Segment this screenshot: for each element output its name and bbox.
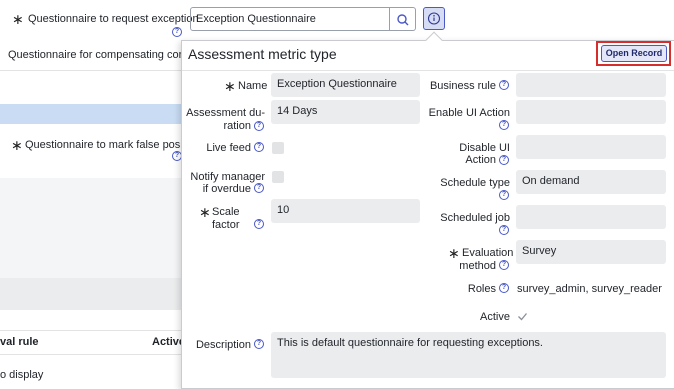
description-field: This is default questionnaire for reques… bbox=[271, 332, 666, 378]
live-feed-label: Live feed bbox=[206, 142, 251, 154]
exception-questionnaire-input[interactable]: Exception Questionnaire bbox=[190, 7, 390, 31]
help-icon[interactable]: ? bbox=[499, 225, 509, 235]
active-checkbox[interactable] bbox=[516, 310, 529, 323]
help-icon[interactable]: ? bbox=[499, 80, 509, 90]
open-record-button[interactable]: Open Record bbox=[601, 45, 667, 62]
info-button[interactable] bbox=[423, 7, 445, 30]
active-label: Active bbox=[480, 311, 510, 323]
schedule-type-field: On demand bbox=[516, 170, 666, 194]
scale-factor-field: 10 bbox=[271, 199, 420, 223]
help-icon[interactable]: ? bbox=[254, 142, 264, 152]
name-label: Name bbox=[238, 80, 268, 92]
scheduled-job-label: Scheduled job bbox=[440, 212, 510, 224]
schedule-type-label: Schedule type bbox=[440, 177, 510, 189]
name-value: Exception Questionnaire bbox=[277, 78, 397, 90]
notify-manager-checkbox[interactable] bbox=[272, 171, 284, 183]
info-icon bbox=[427, 12, 441, 25]
help-icon[interactable]: ? bbox=[254, 339, 264, 349]
description-value: This is default questionnaire for reques… bbox=[277, 337, 543, 349]
false-positive-questionnaire-label: Questionnaire to mark false positive bbox=[25, 139, 200, 151]
checkmark-icon bbox=[518, 313, 527, 321]
notify-manager-label-2: if overdue bbox=[202, 183, 251, 195]
divider bbox=[0, 354, 181, 355]
enable-ui-action-label: Enable UI Action bbox=[428, 107, 510, 119]
business-rule-field bbox=[516, 73, 666, 97]
search-icon bbox=[397, 14, 409, 26]
disable-ui-action-field bbox=[516, 135, 666, 159]
compensating-questionnaire-label: Questionnaire for compensating contro bbox=[8, 49, 198, 61]
help-icon[interactable]: ? bbox=[499, 120, 509, 130]
list-header-band bbox=[0, 278, 181, 310]
business-rule-label: Business rule bbox=[429, 80, 496, 92]
name-field: Exception Questionnaire bbox=[271, 73, 420, 97]
popup-header-divider bbox=[182, 70, 674, 71]
assessment-duration-field: 14 Days bbox=[271, 100, 420, 124]
schedule-type-value: On demand bbox=[522, 175, 580, 187]
required-star-icon: ∗ bbox=[224, 78, 236, 94]
scale-factor-value: 10 bbox=[277, 204, 290, 216]
required-star-icon: ∗ bbox=[12, 11, 24, 27]
enable-ui-action-field bbox=[516, 100, 666, 124]
column-header-rule[interactable]: val rule bbox=[0, 336, 39, 348]
help-icon[interactable]: ? bbox=[172, 27, 182, 37]
help-icon[interactable]: ? bbox=[499, 283, 509, 293]
selected-row-band bbox=[0, 104, 181, 124]
list-toolbar-area bbox=[0, 178, 181, 278]
help-icon[interactable]: ? bbox=[499, 260, 509, 270]
divider bbox=[0, 330, 181, 331]
required-star-icon: ∗ bbox=[11, 137, 23, 153]
disable-ui-action-label-2: Action bbox=[465, 154, 496, 166]
evaluation-method-label: Evaluation bbox=[462, 247, 514, 259]
help-icon[interactable]: ? bbox=[254, 183, 264, 193]
required-star-icon: ∗ bbox=[199, 204, 211, 220]
help-icon[interactable]: ? bbox=[499, 155, 509, 165]
no-records-text: o display bbox=[0, 369, 44, 381]
help-icon[interactable]: ? bbox=[499, 190, 509, 200]
roles-label: Roles bbox=[467, 283, 496, 295]
help-icon[interactable]: ? bbox=[254, 121, 264, 131]
open-record-label: Open Record bbox=[605, 48, 663, 58]
exception-questionnaire-value: Exception Questionnaire bbox=[196, 13, 316, 25]
scheduled-job-field bbox=[516, 205, 666, 229]
help-icon[interactable]: ? bbox=[254, 219, 264, 229]
lookup-search-button[interactable] bbox=[390, 7, 416, 31]
roles-value: survey_admin, survey_reader bbox=[517, 283, 662, 295]
divider bbox=[0, 70, 181, 71]
popup-title: Assessment metric type bbox=[188, 46, 337, 62]
evaluation-method-field: Survey bbox=[516, 240, 666, 264]
assessment-duration-value: 14 Days bbox=[277, 105, 318, 117]
evaluation-method-value: Survey bbox=[522, 245, 557, 257]
description-label: Description bbox=[195, 339, 251, 351]
evaluation-method-label-2: method bbox=[459, 260, 496, 272]
exception-questionnaire-label: Questionnaire to request exception bbox=[28, 13, 199, 25]
live-feed-checkbox[interactable] bbox=[272, 142, 284, 154]
assessment-duration-label-2: ration bbox=[223, 120, 251, 132]
assessment-duration-label: Assessment du- bbox=[186, 107, 265, 119]
